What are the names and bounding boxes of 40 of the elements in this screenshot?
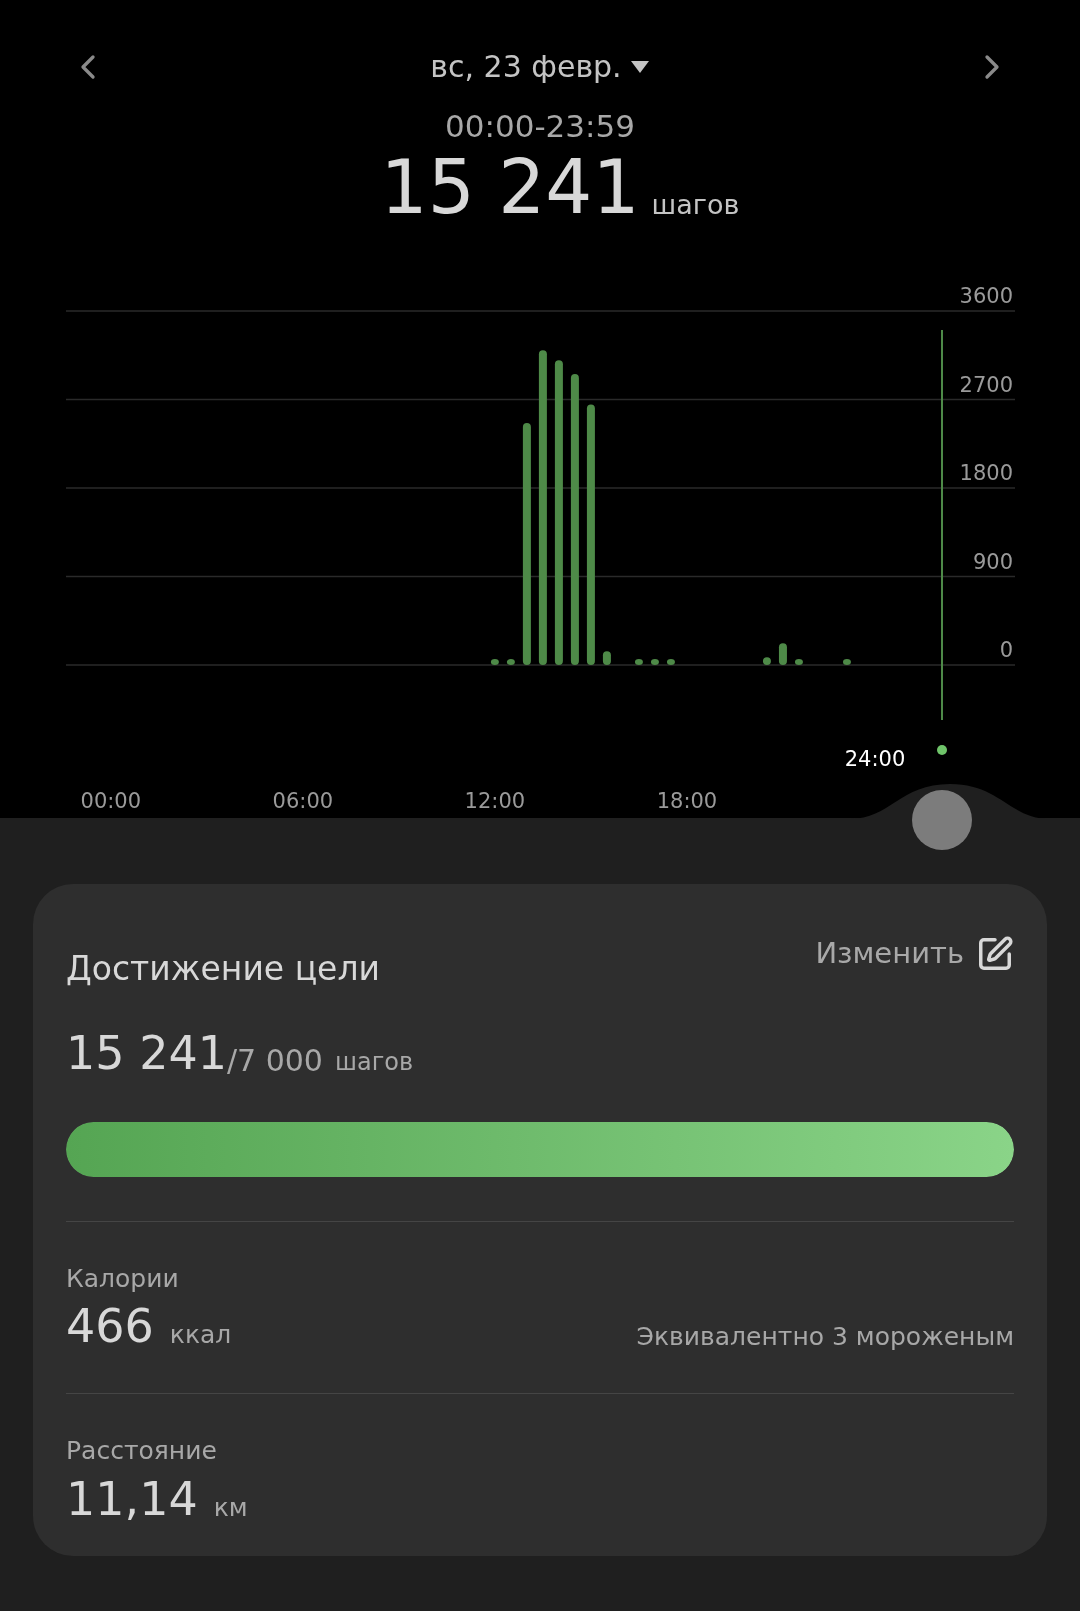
y-axis-label: 0 xyxy=(999,638,1013,662)
cursor-time: 24:00 xyxy=(844,747,906,771)
dropdown-caret-icon xyxy=(629,59,650,74)
x-axis-label: 12:00 xyxy=(464,789,526,813)
card-title: Достижение цели xyxy=(66,948,380,990)
stat-label: Расстояние xyxy=(66,1435,218,1467)
date-selector[interactable]: вс, 23 февр. xyxy=(430,44,650,89)
stat-value: 466 xyxy=(66,1303,154,1349)
x-axis-label: 18:00 xyxy=(656,789,718,813)
stat-note: Эквивалентно 3 мороженым xyxy=(636,1324,1014,1349)
step-bar xyxy=(778,643,787,665)
stat-label: Калории xyxy=(66,1262,180,1295)
y-axis-label: 2700 xyxy=(959,372,1013,397)
time-slider-handle[interactable] xyxy=(912,790,972,850)
stat-value: 11,14 xyxy=(66,1475,198,1522)
step-bar xyxy=(650,659,659,665)
y-axis-label: 900 xyxy=(972,549,1013,574)
x-axis-label: 00:00 xyxy=(80,789,142,813)
cursor-dot xyxy=(937,745,947,755)
step-bar xyxy=(506,659,515,665)
stat-unit: км xyxy=(213,1494,248,1520)
step-bar xyxy=(490,659,499,665)
step-bar xyxy=(842,659,851,665)
edit-icon xyxy=(976,934,1014,973)
y-axis-label: 3600 xyxy=(959,284,1013,308)
step-bar xyxy=(602,651,611,665)
step-bar xyxy=(794,659,803,665)
time-range: 00:00-23:59 xyxy=(445,111,635,142)
goal-unit: шагов xyxy=(334,1049,414,1074)
edit-button[interactable]: Изменить xyxy=(815,932,1014,976)
step-bar xyxy=(634,659,643,665)
step-bar xyxy=(762,657,771,665)
y-axis-label: 1800 xyxy=(959,461,1013,485)
stat-unit: ккал xyxy=(169,1322,232,1347)
x-axis-label: 06:00 xyxy=(272,789,334,813)
goal-progress-value: 15 241 xyxy=(66,1029,227,1076)
goal-target: /7 000 xyxy=(226,1045,323,1076)
step-bar xyxy=(666,659,675,665)
step-unit: шагов xyxy=(651,191,740,218)
step-count: 15 241 xyxy=(380,150,640,224)
